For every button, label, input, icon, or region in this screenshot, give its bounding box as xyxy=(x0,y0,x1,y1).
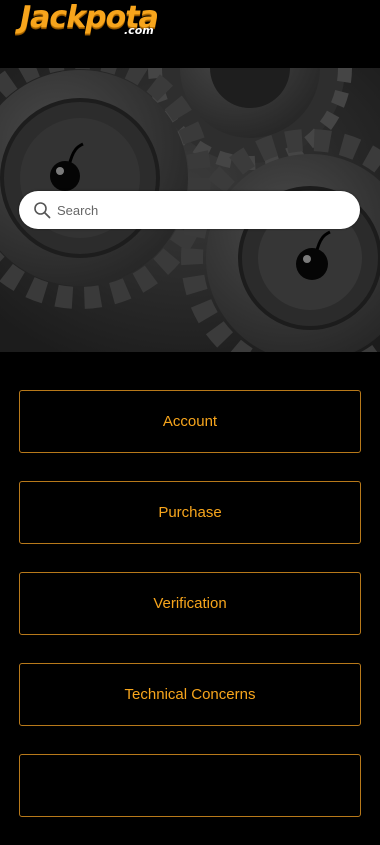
search-icon[interactable] xyxy=(33,201,51,219)
logo-domain: .com xyxy=(124,24,154,37)
category-account-button[interactable]: Account xyxy=(19,390,361,453)
category-technical-concerns-button[interactable]: Technical Concerns xyxy=(19,663,361,726)
header: Jackpota .com xyxy=(0,0,380,68)
search-input[interactable] xyxy=(57,191,347,229)
category-button[interactable] xyxy=(19,754,361,817)
category-verification-button[interactable]: Verification xyxy=(19,572,361,635)
search-bar[interactable] xyxy=(19,191,360,229)
category-purchase-button[interactable]: Purchase xyxy=(19,481,361,544)
category-list: Account Purchase Verification Technical … xyxy=(19,390,361,845)
